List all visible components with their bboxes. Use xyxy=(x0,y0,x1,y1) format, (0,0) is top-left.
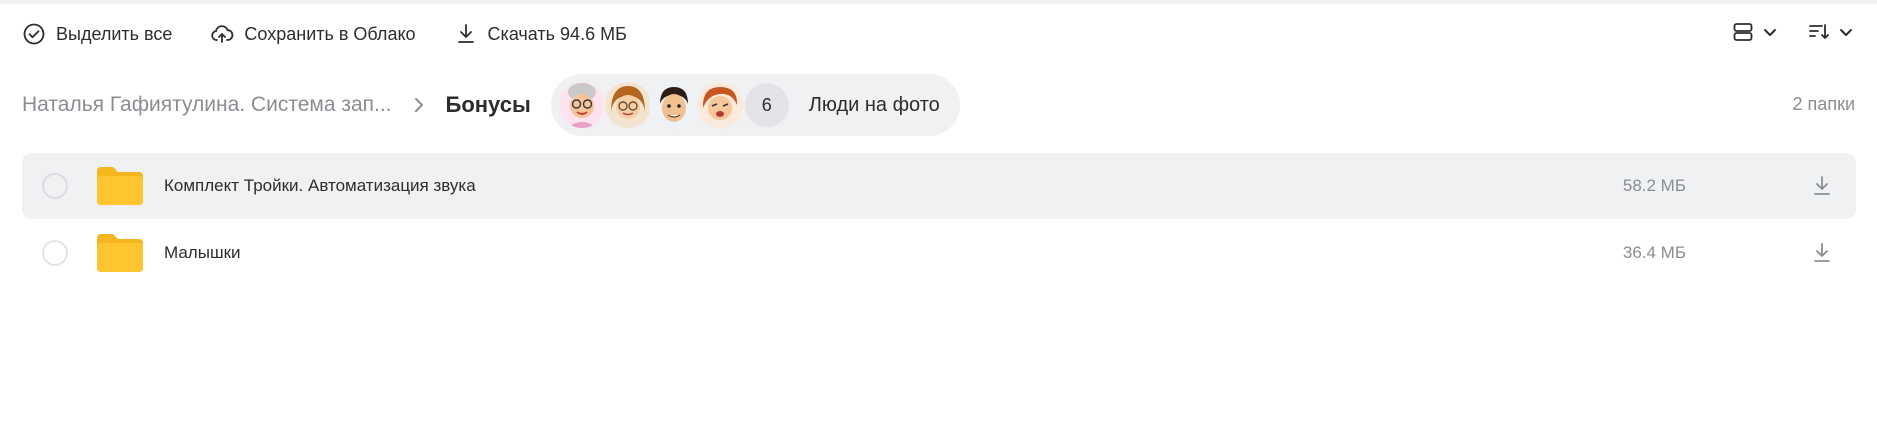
file-list: Комплект Тройки. Автоматизация звука 58.… xyxy=(22,153,1856,286)
avatar xyxy=(556,80,607,130)
page-title: Бонусы xyxy=(445,92,531,117)
download-icon[interactable] xyxy=(1810,174,1834,198)
breadcrumb: Наталья Гафиятулина. Система зап... Бону… xyxy=(22,74,960,136)
download-all-button[interactable]: Скачать 94.6 МБ xyxy=(454,22,627,46)
top-divider xyxy=(0,0,1877,4)
people-count-badge: 6 xyxy=(742,81,791,129)
avatar xyxy=(648,80,699,130)
list-item[interactable]: Малышки 36.4 МБ xyxy=(22,220,1856,286)
select-all-label: Выделить все xyxy=(56,23,173,44)
avatar xyxy=(602,80,653,130)
download-icon[interactable] xyxy=(1810,241,1834,265)
cloud-upload-icon xyxy=(211,25,234,43)
folder-name[interactable]: Комплект Тройки. Автоматизация звука xyxy=(164,176,476,196)
download-icon xyxy=(457,24,474,43)
view-list-icon xyxy=(1733,23,1753,41)
toolbar: Выделить все Сохранить в Облако Скачать … xyxy=(22,20,627,48)
row-checkbox[interactable] xyxy=(42,173,68,199)
folder-icon xyxy=(97,234,143,272)
people-on-photo-button[interactable]: 6 Люди на фото xyxy=(550,74,960,136)
select-all-button[interactable]: Выделить все xyxy=(22,22,172,46)
avatar xyxy=(694,80,745,130)
view-controls xyxy=(1731,20,1855,44)
people-on-photo-label: Люди на фото xyxy=(808,93,940,116)
breadcrumb-parent-link[interactable]: Наталья Гафиятулина. Система зап... xyxy=(22,93,392,117)
sort-button[interactable] xyxy=(1807,20,1855,44)
view-mode-button[interactable] xyxy=(1731,20,1779,44)
row-checkbox[interactable] xyxy=(42,240,68,266)
list-item[interactable]: Комплект Тройки. Автоматизация звука 58.… xyxy=(22,153,1856,219)
folder-size: 36.4 МБ xyxy=(1622,243,1686,262)
save-to-cloud-button[interactable]: Сохранить в Облако xyxy=(210,22,416,46)
sort-icon xyxy=(1809,24,1829,39)
save-to-cloud-label: Сохранить в Облако xyxy=(244,23,416,44)
chevron-right-icon xyxy=(412,97,426,113)
folder-count: 2 папки xyxy=(1792,94,1855,114)
folder-size: 58.2 МБ xyxy=(1622,176,1686,195)
chevron-down-icon xyxy=(1764,29,1776,36)
chevron-down-icon xyxy=(1840,29,1852,36)
folder-icon xyxy=(97,167,143,205)
folder-name[interactable]: Малышки xyxy=(164,243,241,263)
download-all-label: Скачать 94.6 МБ xyxy=(487,23,627,44)
check-circle-icon xyxy=(23,23,45,45)
